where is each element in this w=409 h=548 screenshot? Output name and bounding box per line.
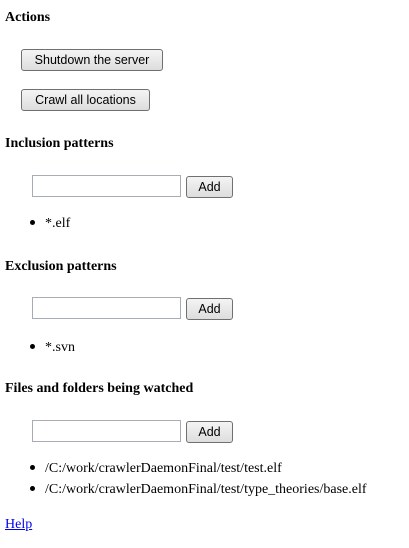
watched-path-text: /C:/work/crawlerDaemonFinal/test/type_th… xyxy=(45,482,367,497)
bullet-icon xyxy=(30,465,35,471)
list-item: *.svn xyxy=(30,340,75,356)
watched-path-text: /C:/work/crawlerDaemonFinal/test/test.el… xyxy=(45,461,282,476)
bullet-icon xyxy=(30,486,35,492)
actions-heading: Actions xyxy=(5,10,51,25)
watched-add-button[interactable]: Add xyxy=(186,421,233,443)
exclusion-patterns-heading: Exclusion patterns xyxy=(5,259,117,274)
help-link[interactable]: Help xyxy=(5,517,32,532)
list-item: *.elf xyxy=(30,216,70,232)
list-item: /C:/work/crawlerDaemonFinal/test/test.el… xyxy=(30,461,282,477)
bullet-icon xyxy=(30,220,35,226)
exclusion-pattern-text: *.svn xyxy=(45,340,75,355)
bullet-icon xyxy=(30,344,35,350)
inclusion-patterns-heading: Inclusion patterns xyxy=(5,136,114,151)
exclusion-pattern-input[interactable] xyxy=(32,297,181,319)
crawl-all-locations-button[interactable]: Crawl all locations xyxy=(21,89,150,111)
inclusion-add-button[interactable]: Add xyxy=(186,176,233,198)
shutdown-server-button[interactable]: Shutdown the server xyxy=(21,49,163,71)
inclusion-pattern-text: *.elf xyxy=(45,216,71,231)
exclusion-add-button[interactable]: Add xyxy=(186,298,233,320)
watched-heading: Files and folders being watched xyxy=(5,381,194,396)
inclusion-pattern-input[interactable] xyxy=(32,175,181,197)
watched-path-input[interactable] xyxy=(32,420,181,442)
list-item: /C:/work/crawlerDaemonFinal/test/type_th… xyxy=(30,482,367,498)
